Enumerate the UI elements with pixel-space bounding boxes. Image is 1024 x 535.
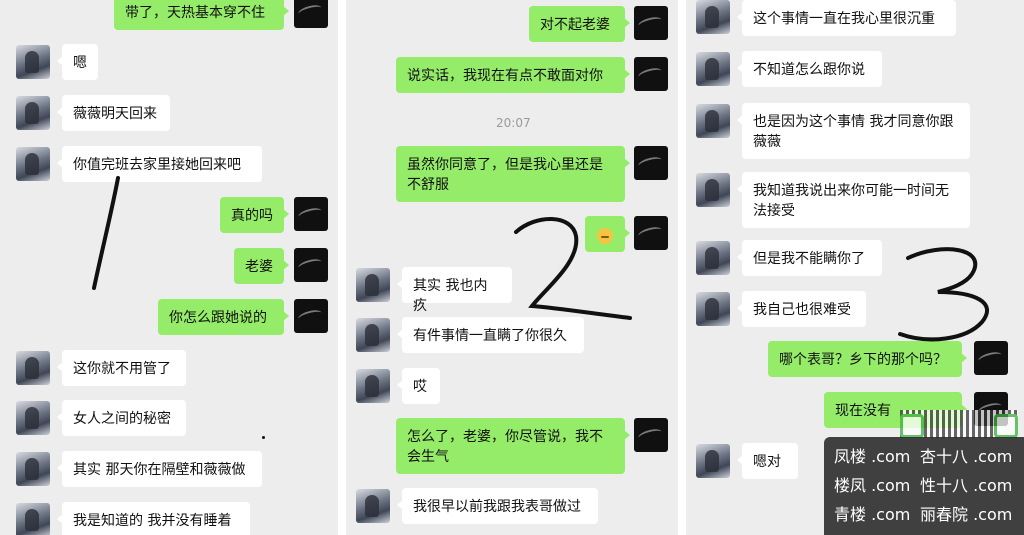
message-line: 薇薇 [753, 134, 781, 150]
avatar-contact[interactable] [16, 452, 50, 486]
message-bubble-received[interactable]: 女人之间的秘密 [57, 400, 186, 436]
wechat-logo-icon [994, 414, 1018, 438]
avatar-contact[interactable] [16, 401, 50, 435]
avatar-self[interactable] [634, 6, 668, 40]
chat-panel-2: 对不起老婆 说实话，我现在有点不敢面对你 20:07 虽然你同意了，但是我心里还… [346, 0, 678, 535]
message-bubble-received[interactable]: 我自己也很难受 [737, 291, 866, 327]
watermark-row: 凤楼 .com 杏十八 .com [834, 445, 1012, 469]
avatar-contact[interactable] [696, 241, 730, 275]
message-line: 虽然你同意了，但是我心里还是 [407, 157, 603, 173]
avatar-contact[interactable] [696, 52, 730, 86]
flushed-face-icon [597, 228, 613, 244]
message-bubble-received[interactable]: 其实 那天你在隔壁和薇薇做 [57, 451, 262, 487]
avatar-contact[interactable] [16, 147, 50, 181]
avatar-self[interactable] [634, 57, 668, 91]
avatar-contact[interactable] [696, 444, 730, 478]
message-bubble-received[interactable]: 这你就不用管了 [57, 350, 186, 386]
handwritten-annotation-3 [898, 247, 990, 342]
message-bubble-sent[interactable]: 带了，天热基本穿不住 [114, 0, 289, 30]
chat-panel-1: 带了，天热基本穿不住 嗯 薇薇明天回来 你值完班去家里接她回来吧 真的吗 老婆 … [0, 0, 338, 535]
avatar-contact[interactable] [356, 489, 390, 523]
message-bubble-sent[interactable]: 怎么了，老婆，你尽管说，我不 会生气 [396, 418, 630, 474]
avatar-self[interactable] [294, 299, 328, 333]
message-bubble-received[interactable]: 哎 [397, 368, 440, 404]
watermark-text: 青楼 .com [834, 505, 911, 524]
avatar-contact[interactable] [696, 292, 730, 326]
avatar-self[interactable] [294, 197, 328, 231]
message-bubble-received[interactable]: 你值完班去家里接她回来吧 [57, 146, 262, 182]
message-bubble-received[interactable]: 也是因为这个事情 我才同意你跟 薇薇 [737, 103, 970, 159]
message-bubble-sent[interactable]: 哪个表哥？乡下的那个吗？ [768, 341, 967, 377]
message-line: 也是因为这个事情 我才同意你跟 [753, 114, 954, 130]
stray-dot [262, 436, 265, 439]
avatar-self[interactable] [294, 248, 328, 282]
avatar-contact[interactable] [16, 503, 50, 535]
message-bubble-received[interactable]: 不知道怎么跟你说 [737, 51, 882, 87]
message-bubble-sent[interactable]: 你怎么跟她说的 [158, 299, 289, 335]
watermark-text: 凤楼 .com [834, 447, 911, 466]
message-bubble-sent[interactable]: 对不起老婆 [529, 6, 630, 42]
message-bubble-received[interactable]: 但是我不能瞒你了 [737, 240, 882, 276]
message-bubble-received[interactable]: 我知道我说出来你可能一时间无 法接受 [737, 172, 970, 228]
watermark-text: 性十八 .com [920, 476, 1013, 495]
timestamp: 20:07 [496, 116, 531, 130]
message-line: 不舒服 [407, 177, 449, 193]
message-bubble-sent[interactable] [585, 216, 630, 252]
message-bubble-received[interactable]: 有件事情一直瞒了你很久 [397, 317, 584, 353]
avatar-self[interactable] [294, 0, 328, 28]
avatar-self[interactable] [634, 216, 668, 250]
watermark-text: 楼凤 .com [834, 476, 911, 495]
watermark-row: 青楼 .com 丽春院 .com [834, 503, 1012, 527]
avatar-contact[interactable] [16, 45, 50, 79]
message-bubble-received[interactable]: 我很早以前我跟我表哥做过 [397, 488, 598, 524]
avatar-self[interactable] [974, 341, 1008, 375]
avatar-self[interactable] [634, 146, 668, 180]
avatar-contact[interactable] [356, 369, 390, 403]
watermark-row: 楼凤 .com 性十八 .com [834, 474, 1012, 498]
wechat-logo-icon [900, 414, 924, 438]
message-line: 怎么了，老婆，你尽管说，我不 [407, 429, 603, 445]
message-line: 法接受 [753, 203, 795, 219]
message-line: 会生气 [407, 449, 449, 465]
avatar-contact[interactable] [696, 104, 730, 138]
message-bubble-sent[interactable]: 说实话，我现在有点不敢面对你 [396, 57, 630, 93]
message-bubble-received[interactable]: 嗯对 [737, 443, 798, 479]
message-line: 我知道我说出来你可能一时间无 [753, 183, 949, 199]
qr-code-strip [900, 410, 1018, 438]
avatar-self[interactable] [634, 418, 668, 452]
message-bubble-received[interactable]: 我是知道的 我并没有睡着 [57, 502, 250, 535]
avatar-contact[interactable] [356, 268, 390, 302]
watermark-overlay: 凤楼 .com 杏十八 .com 楼凤 .com 性十八 .com 青楼 .co… [824, 437, 1024, 535]
message-bubble-received[interactable]: 这个事情一直在我心里很沉重 [737, 0, 956, 36]
message-bubble-received[interactable]: 其实 我也内疚 [397, 267, 512, 314]
avatar-contact[interactable] [16, 351, 50, 385]
message-bubble-sent[interactable]: 真的吗 [220, 197, 289, 233]
avatar-contact[interactable] [696, 0, 730, 34]
message-bubble-received[interactable]: 嗯 [57, 44, 98, 80]
avatar-contact[interactable] [356, 318, 390, 352]
watermark-text: 丽春院 .com [920, 505, 1013, 524]
avatar-contact[interactable] [16, 96, 50, 130]
watermark-text: 杏十八 .com [920, 447, 1013, 466]
message-bubble-received[interactable]: 薇薇明天回来 [57, 95, 170, 131]
handwritten-annotation-1 [92, 176, 120, 290]
message-bubble-sent[interactable]: 老婆 [234, 248, 289, 284]
avatar-contact[interactable] [696, 173, 730, 207]
message-bubble-sent[interactable]: 虽然你同意了，但是我心里还是 不舒服 [396, 146, 630, 202]
